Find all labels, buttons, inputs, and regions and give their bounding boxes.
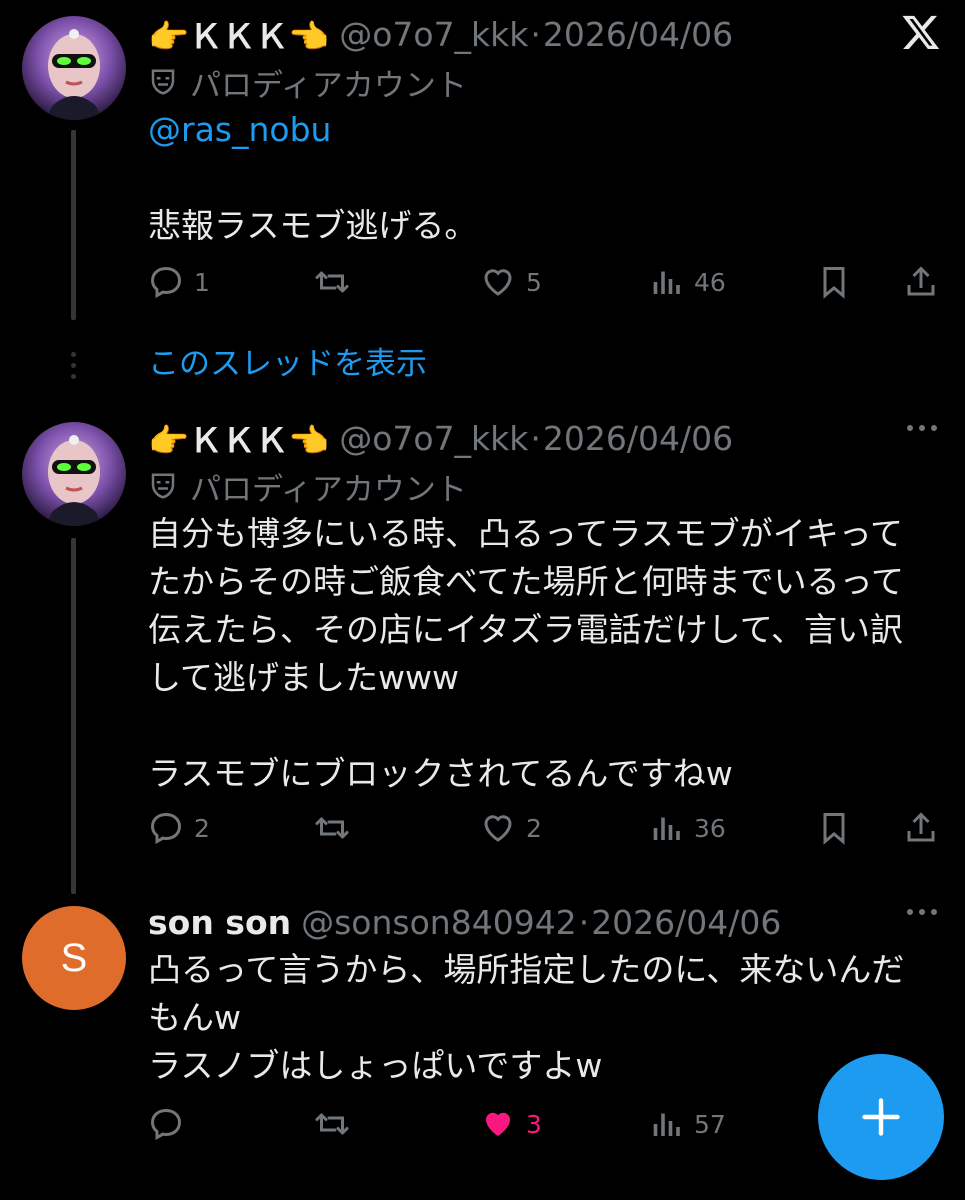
like-count: 5 bbox=[526, 267, 542, 297]
retweet-icon bbox=[315, 817, 349, 839]
more-options-icon[interactable] bbox=[905, 422, 939, 434]
separator: · bbox=[530, 14, 541, 54]
display-name[interactable]: 👉ＫＫＫ👈 bbox=[148, 414, 329, 462]
like-count: 3 bbox=[526, 1109, 542, 1139]
bookmark-icon bbox=[823, 267, 845, 299]
timestamp[interactable]: 2026/04/06 bbox=[543, 419, 733, 458]
views-icon bbox=[653, 271, 680, 294]
views-icon bbox=[653, 817, 680, 840]
show-thread-link[interactable]: このスレッドを表示 bbox=[148, 338, 427, 383]
timestamp[interactable]: 2026/04/06 bbox=[543, 15, 733, 54]
avatar[interactable] bbox=[22, 422, 126, 526]
compose-button[interactable] bbox=[818, 1054, 944, 1180]
display-name[interactable]: 👉ＫＫＫ👈 bbox=[148, 10, 329, 58]
plus-icon bbox=[862, 1098, 900, 1136]
like-button-liked[interactable]: 3 bbox=[480, 1100, 542, 1148]
reply-count: 1 bbox=[194, 267, 210, 297]
mention-link[interactable]: @ras_nobu bbox=[148, 106, 941, 154]
reply-icon bbox=[150, 812, 182, 845]
reply-button[interactable]: 1 bbox=[148, 258, 210, 306]
separator: · bbox=[530, 418, 541, 458]
retweet-button[interactable] bbox=[314, 804, 360, 852]
parody-label: パロディアカウント bbox=[148, 58, 941, 106]
retweet-icon bbox=[315, 1113, 349, 1135]
handle[interactable]: @o7o7_kkk bbox=[339, 15, 528, 54]
thread-dots bbox=[71, 352, 76, 385]
tweet-header: 👉ＫＫＫ👈 @o7o7_kkk · 2026/04/06 bbox=[148, 414, 941, 462]
tweet-text: 凸るって言うから、場所指定したのに、来ないんだ もんw ラスノブはしょっぱいです… bbox=[148, 950, 905, 1085]
reply-button[interactable]: 2 bbox=[148, 804, 210, 852]
retweet-button[interactable] bbox=[314, 258, 360, 306]
like-button[interactable]: 2 bbox=[480, 804, 542, 852]
retweet-icon bbox=[315, 271, 349, 293]
heart-filled-icon bbox=[486, 1112, 510, 1136]
reply-count: 2 bbox=[194, 813, 210, 843]
views-button[interactable]: 36 bbox=[648, 804, 726, 852]
view-count: 57 bbox=[694, 1109, 726, 1139]
tweet-header: 👉ＫＫＫ👈 @o7o7_kkk · 2026/04/06 bbox=[148, 10, 941, 58]
mask-icon bbox=[151, 473, 175, 499]
heart-icon bbox=[484, 269, 512, 296]
heart-icon bbox=[484, 815, 512, 842]
view-count: 36 bbox=[694, 813, 726, 843]
retweet-button[interactable] bbox=[314, 1100, 360, 1148]
tweet-actions: 2 2 36 bbox=[148, 804, 943, 852]
timestamp[interactable]: 2026/04/06 bbox=[591, 903, 781, 942]
mask-icon bbox=[151, 69, 175, 95]
views-button[interactable]: 57 bbox=[648, 1100, 726, 1148]
share-button[interactable] bbox=[903, 804, 949, 852]
reply-icon bbox=[150, 266, 182, 299]
like-button[interactable]: 5 bbox=[480, 258, 542, 306]
parody-label: パロディアカウント bbox=[148, 462, 941, 510]
parody-text: パロディアカウント bbox=[190, 471, 467, 508]
views-icon bbox=[653, 1113, 680, 1136]
avatar[interactable]: S bbox=[22, 906, 126, 1010]
reply-icon bbox=[150, 1108, 182, 1141]
bookmark-icon bbox=[823, 813, 845, 845]
separator: · bbox=[578, 902, 590, 942]
share-icon bbox=[907, 266, 935, 296]
bookmark-button[interactable] bbox=[816, 258, 862, 306]
reply-button[interactable] bbox=[148, 1100, 194, 1148]
like-count: 2 bbox=[526, 813, 542, 843]
handle[interactable]: @sonson840942 bbox=[301, 903, 577, 942]
share-button[interactable] bbox=[903, 258, 949, 306]
view-count: 46 bbox=[694, 267, 726, 297]
more-options-icon[interactable] bbox=[905, 906, 939, 918]
share-icon bbox=[907, 812, 935, 842]
bookmark-button[interactable] bbox=[816, 804, 862, 852]
tweet-actions: 1 5 46 bbox=[148, 258, 943, 306]
tweet-header: son son @sonson840942 · 2026/04/06 bbox=[148, 898, 941, 946]
views-button[interactable]: 46 bbox=[648, 258, 726, 306]
handle[interactable]: @o7o7_kkk bbox=[339, 419, 528, 458]
display-name[interactable]: son son bbox=[148, 903, 291, 942]
parody-text: パロディアカウント bbox=[190, 67, 467, 104]
tweet-text: 自分も博多にいる時、凸るってラスモブがイキって たからその時ご飯食べてた場所と何… bbox=[148, 514, 905, 793]
avatar[interactable] bbox=[22, 16, 126, 120]
thread-line bbox=[71, 538, 76, 894]
tweet-text: 悲報ラスモブ逃げる。 bbox=[148, 206, 478, 245]
avatar-letter: S bbox=[60, 935, 88, 980]
thread-line bbox=[71, 130, 76, 320]
